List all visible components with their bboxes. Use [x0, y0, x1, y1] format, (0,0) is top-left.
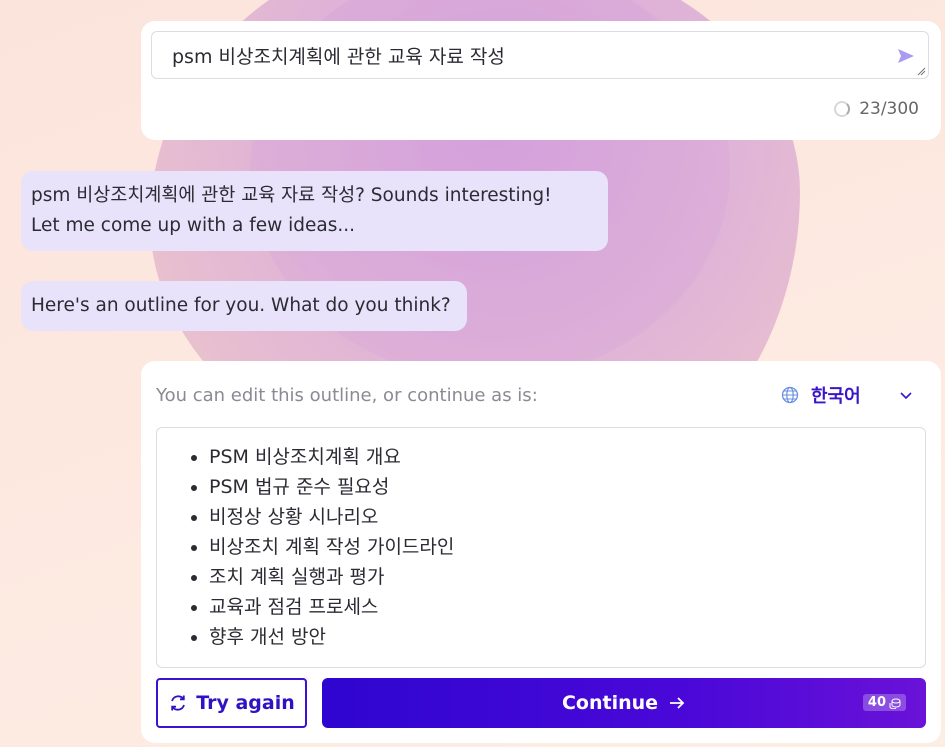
- assistant-message: psm 비상조치계획에 관한 교육 자료 작성? Sounds interest…: [21, 171, 608, 251]
- assistant-message: Here's an outline for you. What do you t…: [21, 281, 467, 331]
- prompt-card: psm 비상조치계획에 관한 교육 자료 작성 23/300: [141, 21, 941, 140]
- message-line: Here's an outline for you. What do you t…: [31, 295, 451, 316]
- outline-item[interactable]: PSM 법규 준수 필요성: [209, 472, 925, 502]
- outline-item[interactable]: 향후 개선 방안: [209, 622, 925, 652]
- language-selector[interactable]: 한국어: [781, 382, 913, 408]
- outline-item[interactable]: 비상조치 계획 작성 가이드라인: [209, 532, 925, 562]
- credit-badge: 40: [862, 694, 906, 711]
- coins-icon: [889, 698, 901, 709]
- prompt-text[interactable]: psm 비상조치계획에 관한 교육 자료 작성: [172, 42, 505, 69]
- credit-count: 40: [867, 695, 886, 710]
- outline-hint: You can edit this outline, or continue a…: [156, 385, 538, 406]
- outline-item[interactable]: 교육과 점검 프로세스: [209, 592, 925, 622]
- outline-item[interactable]: 조치 계획 실행과 평가: [209, 562, 925, 592]
- progress-ring-icon: [834, 101, 851, 117]
- outline-list: PSM 비상조치계획 개요 PSM 법규 준수 필요성 비정상 상황 시나리오 …: [157, 428, 925, 652]
- globe-icon: [781, 386, 799, 404]
- message-line: Let me come up with a few ideas...: [31, 215, 356, 236]
- language-label: 한국어: [811, 386, 861, 407]
- try-again-button[interactable]: Try again: [156, 678, 307, 728]
- character-counter: 23/300: [834, 99, 919, 119]
- send-icon[interactable]: [896, 46, 916, 66]
- outline-item[interactable]: PSM 비상조치계획 개요: [209, 442, 925, 472]
- prompt-input[interactable]: psm 비상조치계획에 관한 교육 자료 작성: [151, 31, 929, 79]
- try-again-label: Try again: [196, 692, 295, 714]
- message-line: psm 비상조치계획에 관한 교육 자료 작성? Sounds interest…: [31, 185, 552, 206]
- counter-text: 23/300: [859, 99, 919, 119]
- outline-editor[interactable]: PSM 비상조치계획 개요 PSM 법규 준수 필요성 비정상 상황 시나리오 …: [156, 427, 926, 668]
- outline-card: You can edit this outline, or continue a…: [141, 361, 941, 743]
- continue-button[interactable]: Continue 40: [322, 678, 926, 728]
- continue-label: Continue: [561, 692, 659, 714]
- refresh-icon: [171, 695, 186, 711]
- outline-item[interactable]: 비정상 상황 시나리오: [209, 502, 925, 532]
- resize-handle-icon[interactable]: [917, 67, 926, 76]
- chevron-down-icon[interactable]: [899, 388, 913, 402]
- arrow-right-icon: [670, 697, 685, 709]
